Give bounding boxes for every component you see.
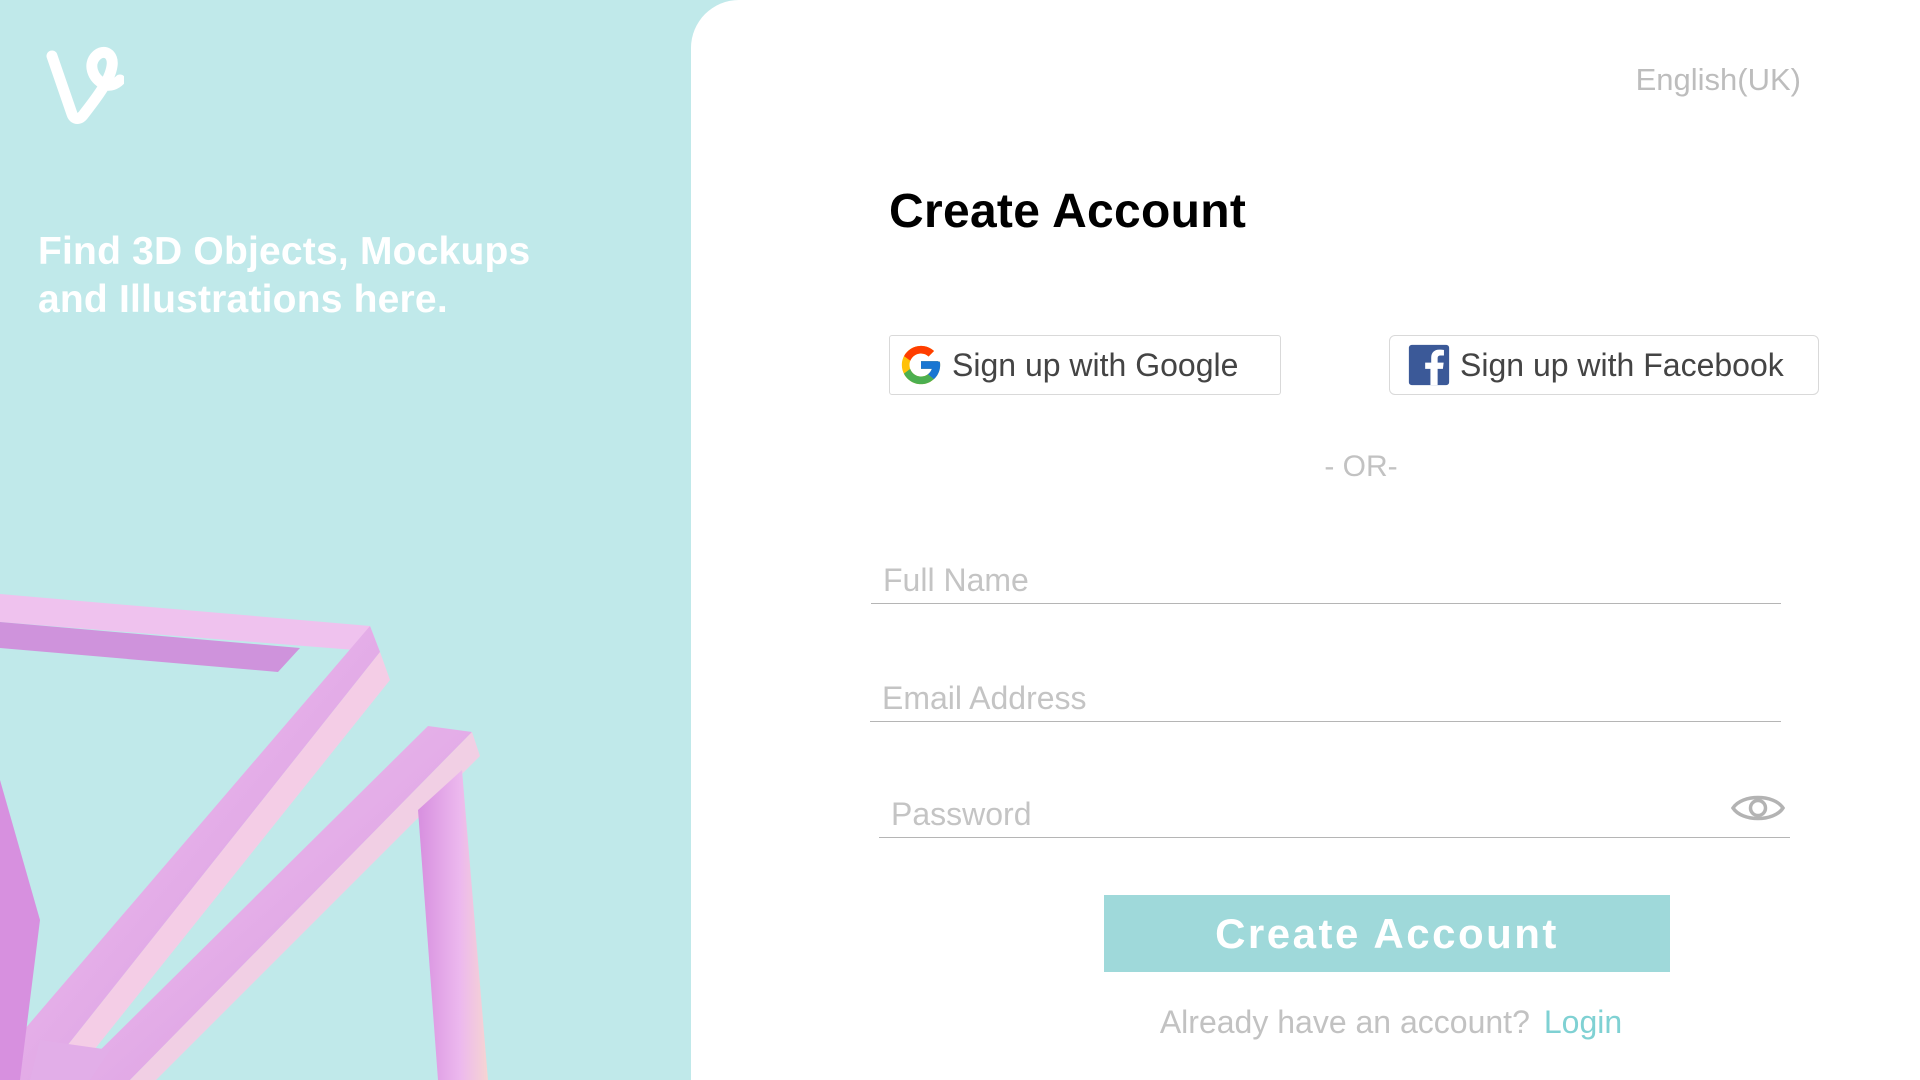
or-divider: - OR- (1324, 450, 1398, 483)
login-prompt: Already have an account? (1159, 1004, 1530, 1040)
google-icon (901, 345, 941, 385)
full-name-input[interactable] (871, 548, 1781, 603)
full-name-field[interactable] (871, 548, 1781, 604)
facebook-icon (1408, 344, 1450, 386)
create-account-button[interactable]: Create Account (1104, 895, 1670, 972)
vine-logo-icon (46, 46, 124, 124)
page-title: Create Account (889, 185, 1247, 238)
email-field[interactable] (870, 666, 1781, 722)
facebook-signup-label: Sign up with Facebook (1460, 346, 1784, 383)
password-field[interactable] (879, 782, 1790, 838)
google-signup-label: Sign up with Google (952, 346, 1239, 383)
tagline: Find 3D Objects, Mockups and Illustratio… (38, 230, 531, 321)
login-link[interactable]: Login (1544, 1004, 1622, 1040)
login-prompt-row: Already have an account? Login (991, 1004, 1791, 1041)
signup-card: English(UK) Create Account Sign up with … (691, 0, 1920, 1080)
password-input[interactable] (879, 782, 1790, 837)
3d-frame-illustration (0, 594, 488, 1080)
email-input[interactable] (870, 666, 1781, 721)
google-signup-button[interactable]: Sign up with Google (889, 335, 1281, 395)
facebook-signup-button[interactable]: Sign up with Facebook (1389, 335, 1819, 395)
eye-icon[interactable] (1730, 788, 1786, 828)
language-selector[interactable]: English(UK) (1601, 62, 1801, 98)
left-panel: Find 3D Objects, Mockups and Illustratio… (0, 0, 720, 1080)
